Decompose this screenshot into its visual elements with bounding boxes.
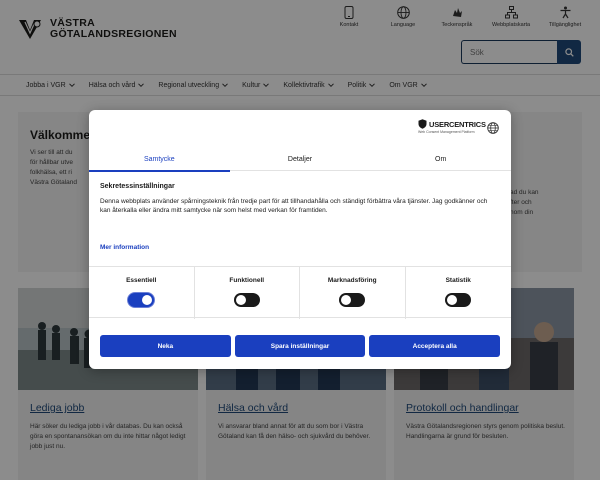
usercentrics-name: USERCENTRICS bbox=[429, 119, 486, 129]
toggle-knob bbox=[235, 295, 246, 305]
toggle-statistik[interactable] bbox=[445, 293, 472, 307]
consent-body: Denna webbplats använder spårningsteknik… bbox=[100, 198, 488, 214]
tab-om[interactable]: Om bbox=[370, 147, 511, 171]
category-label: Marknadsföring bbox=[327, 277, 377, 284]
more-info-link[interactable]: Mer information bbox=[100, 244, 149, 251]
consent-categories: Essentiell Funktionell Marknadsföring St… bbox=[89, 266, 512, 319]
usercentrics-logo: USERCENTRICS Web Consent Management Plat… bbox=[418, 119, 486, 134]
category-label: Essentiell bbox=[126, 277, 157, 284]
category-statistik: Statistik bbox=[406, 267, 512, 319]
consent-content: Sekretessinställningar Denna webbplats a… bbox=[100, 183, 500, 215]
toggle-knob bbox=[341, 295, 352, 305]
toggle-marknadsforing[interactable] bbox=[339, 293, 366, 307]
accept-all-button[interactable]: Acceptera alla bbox=[369, 335, 501, 357]
consent-tabs: Samtycke Detaljer Om bbox=[89, 147, 511, 172]
category-marknadsforing: Marknadsföring bbox=[300, 267, 406, 319]
toggle-essentiell[interactable] bbox=[128, 293, 155, 307]
category-essentiell: Essentiell bbox=[89, 267, 195, 319]
toggle-funktionell[interactable] bbox=[233, 293, 260, 307]
consent-heading: Sekretessinställningar bbox=[100, 183, 175, 190]
consent-actions: Neka Spara inställningar Acceptera alla bbox=[100, 335, 501, 357]
toggle-knob bbox=[142, 295, 153, 305]
category-funktionell: Funktionell bbox=[195, 267, 300, 319]
tab-detaljer[interactable]: Detaljer bbox=[230, 147, 371, 171]
language-globe-icon[interactable] bbox=[487, 122, 499, 134]
category-label: Statistik bbox=[445, 277, 471, 284]
category-label: Funktionell bbox=[229, 277, 265, 284]
usercentrics-sub: Web Consent Management Platform bbox=[418, 130, 475, 134]
toggle-knob bbox=[447, 295, 458, 305]
cookie-consent-dialog: USERCENTRICS Web Consent Management Plat… bbox=[89, 110, 511, 369]
tab-samtycke[interactable]: Samtycke bbox=[89, 147, 230, 172]
deny-button[interactable]: Neka bbox=[100, 335, 231, 357]
shield-icon bbox=[418, 119, 427, 129]
save-settings-button[interactable]: Spara inställningar bbox=[234, 335, 366, 357]
